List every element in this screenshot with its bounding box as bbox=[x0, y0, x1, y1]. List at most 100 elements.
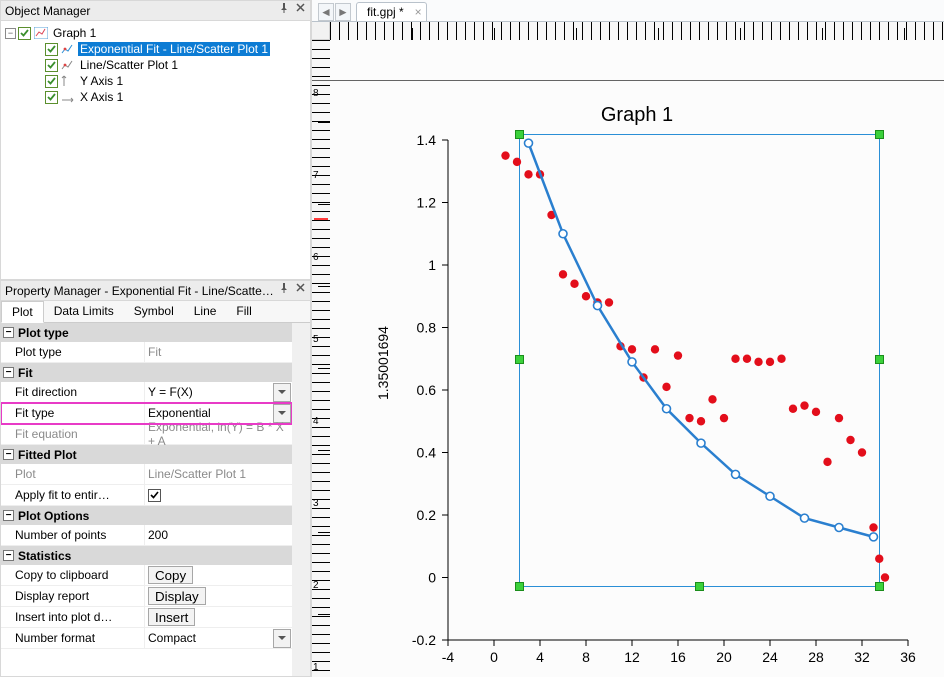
svg-text:0.6: 0.6 bbox=[417, 382, 437, 398]
property-manager-panel: Property Manager - Exponential Fit - Lin… bbox=[0, 280, 311, 677]
scrollbar-thumb[interactable] bbox=[293, 323, 309, 358]
checkbox-icon[interactable] bbox=[45, 59, 58, 72]
graph-icon bbox=[33, 26, 49, 40]
row-plot-type: Plot type Fit bbox=[1, 342, 292, 363]
horizontal-ruler[interactable] bbox=[330, 22, 944, 40]
property-manager-title: Property Manager - Exponential Fit - Lin… bbox=[5, 284, 276, 298]
fit-type-value: Exponential bbox=[148, 406, 211, 420]
svg-text:0.4: 0.4 bbox=[417, 445, 437, 461]
pin-icon[interactable] bbox=[276, 283, 292, 299]
object-manager-title: Object Manager bbox=[5, 4, 276, 18]
section-plot-options[interactable]: −Plot Options bbox=[1, 506, 292, 525]
vertical-ruler[interactable]: 8 7 6 5 4 3 2 1 bbox=[312, 40, 330, 677]
tab-symbol[interactable]: Symbol bbox=[124, 301, 184, 322]
fit-direction-value: Y = F(X) bbox=[148, 385, 193, 399]
checkbox-icon[interactable] bbox=[45, 75, 58, 88]
fitted-plot-value: Line/Scatter Plot 1 bbox=[144, 464, 292, 484]
section-plot-type[interactable]: −Plot type bbox=[1, 323, 292, 342]
row-num-points[interactable]: Number of points 200 bbox=[1, 525, 292, 546]
svg-text:4: 4 bbox=[536, 649, 544, 665]
property-manager-header: Property Manager - Exponential Fit - Lin… bbox=[1, 281, 310, 301]
row-display: Display report Display bbox=[1, 586, 292, 607]
row-number-format[interactable]: Number format Compact bbox=[1, 628, 292, 649]
svg-text:36: 36 bbox=[900, 649, 916, 665]
collapse-icon[interactable]: − bbox=[3, 510, 14, 521]
svg-text:20: 20 bbox=[716, 649, 732, 665]
document-tab-title: fit.gpj * bbox=[367, 5, 404, 19]
svg-text:28: 28 bbox=[808, 649, 824, 665]
pin-icon[interactable] bbox=[276, 3, 292, 19]
apply-fit-checkbox[interactable] bbox=[148, 489, 161, 502]
svg-text:1: 1 bbox=[428, 257, 436, 273]
checkbox-icon[interactable] bbox=[18, 27, 31, 40]
svg-text:0: 0 bbox=[428, 570, 436, 586]
ruler-marker bbox=[314, 218, 328, 220]
object-manager-header: Object Manager bbox=[1, 1, 310, 21]
tree-node-label: X Axis 1 bbox=[78, 90, 125, 104]
svg-text:8: 8 bbox=[582, 649, 590, 665]
tab-data-limits[interactable]: Data Limits bbox=[44, 301, 124, 322]
display-button[interactable]: Display bbox=[148, 587, 206, 605]
svg-text:0.2: 0.2 bbox=[417, 507, 437, 523]
graph-canvas[interactable]: 8 7 6 5 4 3 2 1 Graph 1 1.35001694 bbox=[312, 22, 944, 677]
tree-item-xaxis[interactable]: X Axis 1 bbox=[5, 89, 310, 105]
object-tree[interactable]: − Graph 1 Exponential Fit - Line/Scatter… bbox=[1, 21, 310, 279]
tree-item-scatter[interactable]: Line/Scatter Plot 1 bbox=[5, 57, 310, 73]
fit-plot-icon bbox=[60, 42, 76, 56]
yaxis-icon bbox=[60, 74, 76, 88]
object-manager-panel: Object Manager − Graph 1 Exponential Fit… bbox=[0, 0, 311, 280]
svg-text:0: 0 bbox=[490, 649, 498, 665]
row-copy: Copy to clipboard Copy bbox=[1, 565, 292, 586]
ruler-corner bbox=[312, 22, 330, 40]
tree-item-fit[interactable]: Exponential Fit - Line/Scatter Plot 1 bbox=[5, 41, 310, 57]
tree-node-label: Graph 1 bbox=[51, 26, 98, 40]
section-fit[interactable]: −Fit bbox=[1, 363, 292, 382]
plot-type-value: Fit bbox=[144, 342, 292, 362]
tab-plot[interactable]: Plot bbox=[1, 301, 44, 323]
property-tabs: Plot Data Limits Symbol Line Fill bbox=[1, 301, 310, 323]
close-icon[interactable] bbox=[292, 3, 308, 19]
svg-text:1.2: 1.2 bbox=[417, 195, 437, 211]
row-fit-direction[interactable]: Fit direction Y = F(X) bbox=[1, 382, 292, 403]
svg-text:24: 24 bbox=[762, 649, 778, 665]
svg-text:12: 12 bbox=[624, 649, 640, 665]
checkbox-icon[interactable] bbox=[45, 91, 58, 104]
copy-button[interactable]: Copy bbox=[148, 566, 193, 584]
tab-nav-left-icon[interactable]: ◄ bbox=[318, 3, 334, 21]
tree-item-yaxis[interactable]: Y Axis 1 bbox=[5, 73, 310, 89]
close-icon[interactable]: × bbox=[415, 5, 422, 19]
tab-nav-right-icon[interactable]: ► bbox=[335, 3, 351, 21]
svg-text:-0.2: -0.2 bbox=[412, 632, 436, 648]
number-format-value: Compact bbox=[148, 631, 196, 645]
collapse-icon[interactable]: − bbox=[3, 367, 14, 378]
svg-text:0.8: 0.8 bbox=[417, 320, 437, 336]
svg-text:32: 32 bbox=[854, 649, 870, 665]
document-tabstrip: ◄ ► fit.gpj * × bbox=[312, 0, 944, 22]
collapse-icon[interactable]: − bbox=[3, 449, 14, 460]
tree-root[interactable]: − Graph 1 bbox=[5, 25, 310, 41]
num-points-value[interactable]: 200 bbox=[148, 528, 168, 542]
property-grid[interactable]: −Plot type Plot type Fit −Fit Fit direct… bbox=[1, 323, 310, 676]
document-tab[interactable]: fit.gpj * × bbox=[356, 2, 427, 21]
chevron-down-icon[interactable] bbox=[273, 629, 291, 648]
section-statistics[interactable]: −Statistics bbox=[1, 546, 292, 565]
tab-line[interactable]: Line bbox=[184, 301, 227, 322]
chart-plot[interactable]: -4 0 4 8 12 16 20 24 28 32 36 -0.2 0 0.2 0.4 0.6 0.8 1 1.2… bbox=[330, 40, 944, 677]
svg-text:-4: -4 bbox=[442, 649, 455, 665]
tree-node-label: Exponential Fit - Line/Scatter Plot 1 bbox=[78, 42, 270, 56]
row-insert: Insert into plot d… Insert bbox=[1, 607, 292, 628]
fit-equation-value: Exponential, ln(Y) = B * X + A bbox=[144, 424, 292, 444]
svg-text:16: 16 bbox=[670, 649, 686, 665]
row-apply-fit[interactable]: Apply fit to entir… bbox=[1, 485, 292, 506]
close-icon[interactable] bbox=[292, 283, 308, 299]
tree-node-label: Y Axis 1 bbox=[78, 74, 125, 88]
insert-button[interactable]: Insert bbox=[148, 608, 195, 626]
tree-node-label: Line/Scatter Plot 1 bbox=[78, 58, 180, 72]
tab-fill[interactable]: Fill bbox=[226, 301, 261, 322]
collapse-icon[interactable]: − bbox=[5, 28, 16, 39]
row-fit-equation: Fit equation Exponential, ln(Y) = B * X … bbox=[1, 424, 292, 445]
chevron-down-icon[interactable] bbox=[273, 383, 291, 402]
collapse-icon[interactable]: − bbox=[3, 327, 14, 338]
collapse-icon[interactable]: − bbox=[3, 550, 14, 561]
checkbox-icon[interactable] bbox=[45, 43, 58, 56]
